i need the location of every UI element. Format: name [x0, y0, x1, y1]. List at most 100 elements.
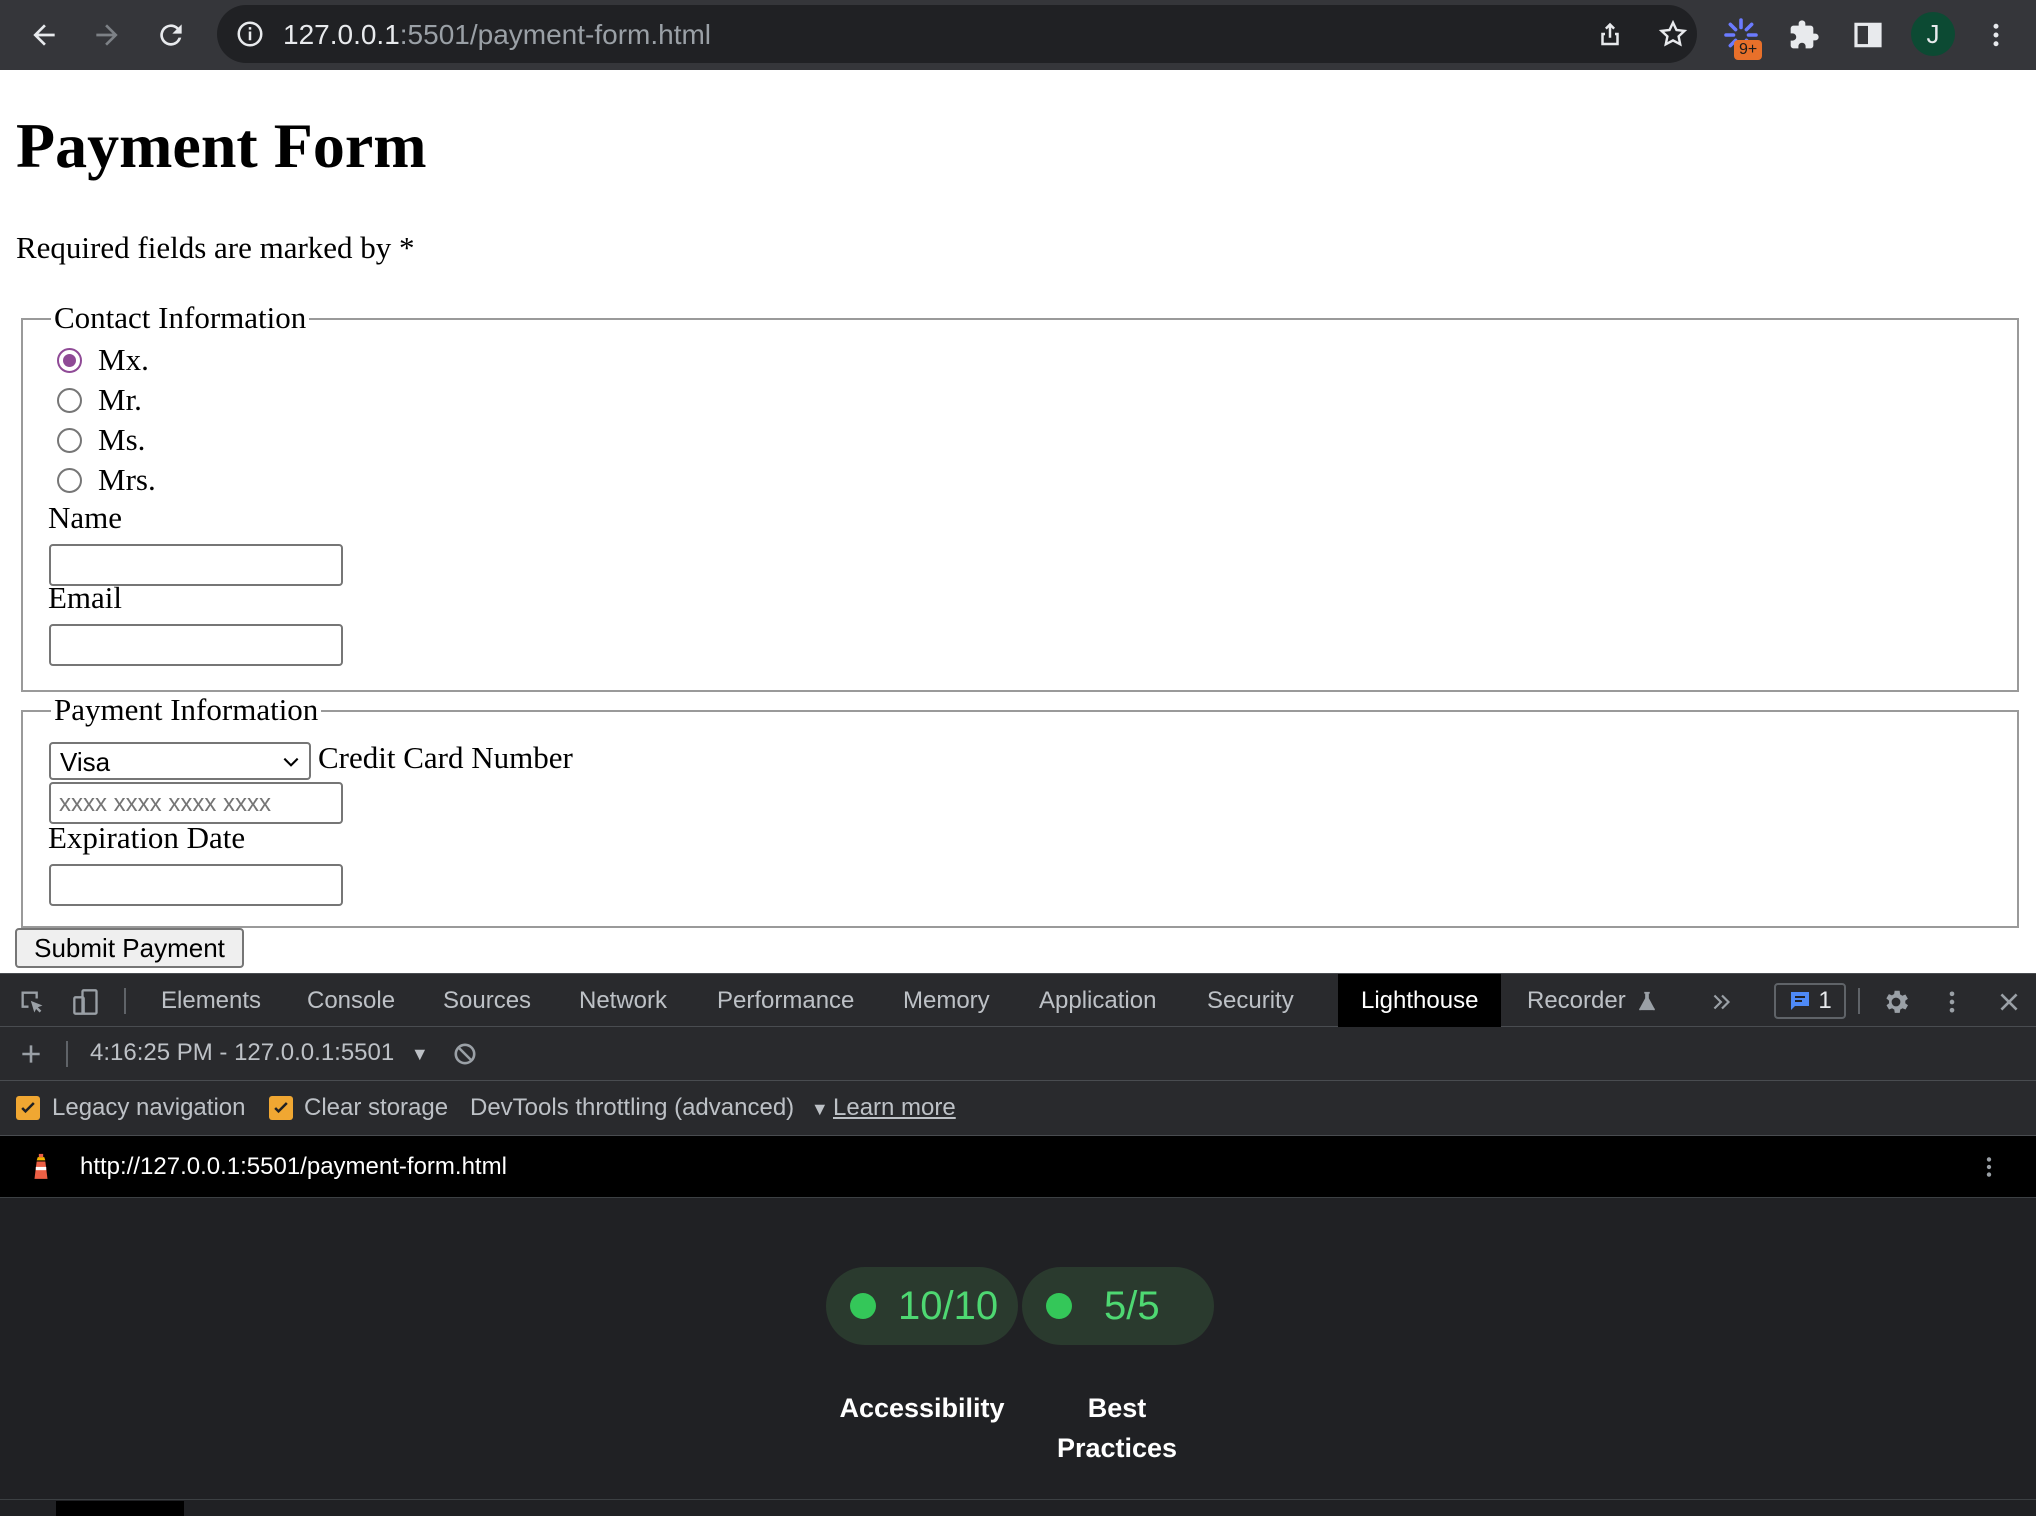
- extension-badge: 9+: [1734, 40, 1763, 60]
- devtools-panel: Elements Console Sources Network Perform…: [0, 973, 2036, 1516]
- dropdown-triangle-icon: ▼: [410, 1044, 429, 1064]
- lighthouse-logo-icon: [24, 1150, 58, 1186]
- card-number-input[interactable]: xxxx xxxx xxxx xxxx: [49, 782, 343, 824]
- accessibility-score: 10/10: [898, 1283, 999, 1328]
- best-practices-score-gauge[interactable]: 5/5: [1022, 1267, 1214, 1345]
- share-icon[interactable]: [1595, 19, 1625, 49]
- payment-information-fieldset: Payment Information Visa Credit Card Num…: [21, 692, 2019, 928]
- tab-sources[interactable]: Sources: [420, 974, 554, 1027]
- report-menu-icon[interactable]: [1974, 1150, 2004, 1184]
- lighthouse-report-header: http://127.0.0.1:5501/payment-form.html: [0, 1136, 2036, 1198]
- report-selector-value: 4:16:25 PM - 127.0.0.1:5501: [90, 1039, 395, 1066]
- accessibility-score-gauge[interactable]: 10/10: [826, 1267, 1018, 1345]
- clear-storage-checkbox[interactable]: [269, 1096, 293, 1120]
- toolbar-divider: [1858, 988, 1860, 1014]
- url-text[interactable]: 127.0.0.1:5501/payment-form.html: [283, 19, 711, 51]
- browser-toolbar: 127.0.0.1:5501/payment-form.html 9+ J: [0, 0, 2036, 70]
- forward-icon[interactable]: [82, 10, 132, 60]
- bookmark-star-icon[interactable]: [1657, 18, 1689, 50]
- profile-avatar[interactable]: J: [1911, 12, 1955, 56]
- chevron-down-icon: [283, 757, 299, 767]
- radio-option-mrs[interactable]: Mrs.: [57, 462, 156, 498]
- address-bar[interactable]: 127.0.0.1:5501/payment-form.html: [217, 5, 1697, 63]
- tab-network[interactable]: Network: [556, 974, 690, 1027]
- back-icon[interactable]: [19, 10, 69, 60]
- more-tabs-icon[interactable]: [1706, 986, 1738, 1018]
- reload-icon[interactable]: [146, 10, 196, 60]
- learn-more-link[interactable]: Learn more: [833, 1094, 956, 1122]
- expiration-input[interactable]: [49, 864, 343, 906]
- radio-option-ms[interactable]: Ms.: [57, 422, 145, 458]
- throttling-dropdown[interactable]: DevTools throttling (advanced) ▼: [470, 1094, 829, 1122]
- extensions-puzzle-icon[interactable]: [1781, 12, 1827, 58]
- pass-dot-icon: [850, 1293, 876, 1319]
- recorder-flask-icon: [1634, 988, 1660, 1014]
- tab-performance[interactable]: Performance: [694, 974, 877, 1027]
- site-info-icon[interactable]: [235, 19, 265, 49]
- report-selector[interactable]: 4:16:25 PM - 127.0.0.1:5501 ▼: [90, 1039, 429, 1067]
- close-devtools-icon[interactable]: [1992, 984, 2026, 1020]
- settings-gear-icon[interactable]: [1878, 984, 1914, 1020]
- tab-elements[interactable]: Elements: [138, 974, 284, 1027]
- radio-mrs[interactable]: [57, 467, 82, 493]
- lighthouse-toolbar: 4:16:25 PM - 127.0.0.1:5501 ▼: [0, 1027, 2036, 1081]
- best-practices-score: 5/5: [1104, 1283, 1160, 1328]
- clear-block-icon[interactable]: [450, 1039, 480, 1069]
- radio-mx[interactable]: [57, 347, 82, 373]
- new-report-plus-icon[interactable]: [16, 1039, 46, 1069]
- legacy-navigation-checkbox[interactable]: [16, 1096, 40, 1120]
- radio-label-mx: Mx.: [98, 342, 149, 377]
- legacy-navigation-label[interactable]: Legacy navigation: [52, 1094, 245, 1122]
- email-input[interactable]: [49, 624, 343, 666]
- tab-lighthouse[interactable]: Lighthouse: [1338, 974, 1502, 1027]
- tab-console[interactable]: Console: [284, 974, 418, 1027]
- dropdown-triangle-icon: ▼: [810, 1099, 829, 1119]
- page-content: Payment Form Required fields are marked …: [0, 70, 2036, 973]
- message-icon: [1791, 992, 1810, 1010]
- check-icon: [21, 1102, 35, 1114]
- radio-label-mrs: Mrs.: [98, 462, 156, 497]
- radio-option-mx[interactable]: Mx.: [57, 342, 149, 378]
- toolbar-divider: [124, 988, 126, 1014]
- device-toolbar-icon[interactable]: [70, 986, 102, 1018]
- expiration-label: Expiration Date: [48, 820, 246, 855]
- page-title: Payment Form: [16, 110, 427, 181]
- card-type-select[interactable]: Visa: [49, 742, 311, 780]
- submit-payment-button[interactable]: Submit Payment: [15, 928, 244, 968]
- issues-count: 1: [1818, 987, 1832, 1014]
- contact-information-fieldset: Contact Information Mx. Mr. Ms. Mrs. Nam…: [21, 300, 2019, 692]
- chrome-menu-icon[interactable]: [1973, 12, 2019, 58]
- clear-storage-label[interactable]: Clear storage: [304, 1094, 448, 1122]
- radio-ms[interactable]: [57, 427, 82, 453]
- accessibility-category-label: Accessibility: [839, 1393, 1005, 1423]
- side-panel-icon[interactable]: [1845, 12, 1891, 58]
- issues-badge[interactable]: 1: [1774, 983, 1846, 1019]
- best-practices-category-label: Best Practices: [1056, 1393, 1178, 1463]
- card-number-label: Credit Card Number: [318, 740, 573, 775]
- drawer-tab[interactable]: [56, 1501, 184, 1516]
- devtools-menu-icon[interactable]: [1936, 984, 1968, 1020]
- required-fields-note: Required fields are marked by *: [16, 230, 415, 265]
- radio-mr[interactable]: [57, 387, 82, 413]
- radio-option-mr[interactable]: Mr.: [57, 382, 142, 418]
- inspect-element-icon[interactable]: [16, 986, 48, 1018]
- toolbar-divider: [66, 1041, 68, 1067]
- pass-dot-icon: [1046, 1293, 1072, 1319]
- lighthouse-settings-bar: Legacy navigation Clear storage DevTools…: [0, 1081, 2036, 1136]
- tab-recorder[interactable]: Recorder: [1504, 974, 1649, 1027]
- radio-label-mr: Mr.: [98, 382, 142, 417]
- devtools-tabbar: Elements Console Sources Network Perform…: [0, 973, 2036, 1027]
- card-type-value: Visa: [60, 747, 111, 777]
- throttling-value: DevTools throttling (advanced): [470, 1094, 795, 1121]
- contact-legend: Contact Information: [51, 300, 310, 336]
- name-label: Name: [48, 500, 123, 535]
- tab-application[interactable]: Application: [1016, 974, 1179, 1027]
- report-url[interactable]: http://127.0.0.1:5501/payment-form.html: [80, 1153, 507, 1181]
- check-icon: [274, 1102, 288, 1114]
- tab-security[interactable]: Security: [1184, 974, 1317, 1027]
- tab-memory[interactable]: Memory: [880, 974, 1013, 1027]
- payment-legend: Payment Information: [51, 692, 322, 728]
- url-host: 127.0.0.1: [283, 19, 400, 50]
- email-label: Email: [48, 580, 123, 615]
- url-path: :5501/payment-form.html: [399, 19, 712, 50]
